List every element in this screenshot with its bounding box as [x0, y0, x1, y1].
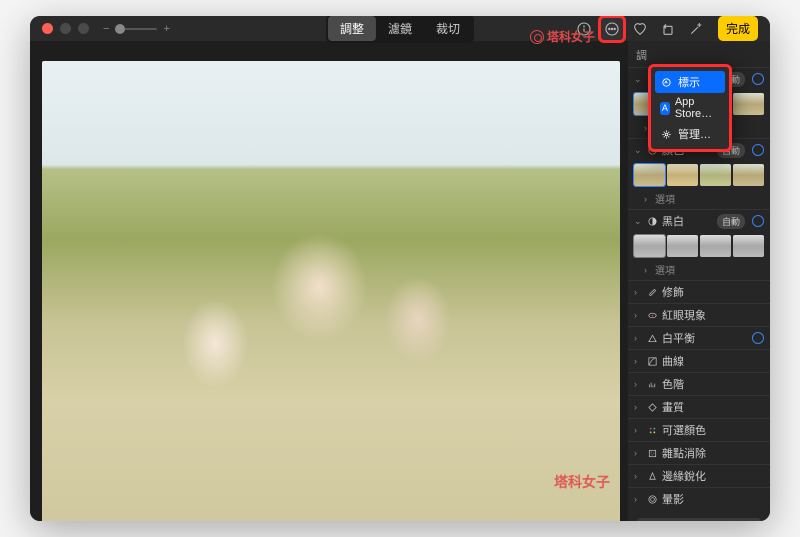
color-thumb-4[interactable]: [733, 164, 764, 186]
heart-icon: [632, 21, 648, 37]
zoom-slider[interactable]: − +: [103, 23, 170, 35]
section-curves[interactable]: ›曲線: [628, 350, 770, 372]
toggle-ring-bw[interactable]: [752, 215, 764, 227]
extensions-icon: [604, 21, 620, 37]
section-bw-header[interactable]: ⌄ 黑白 自動: [628, 210, 770, 232]
wand-icon: [688, 21, 704, 37]
dropdown-appstore[interactable]: A App Store…: [655, 93, 725, 123]
bw-thumb-4[interactable]: [733, 235, 764, 257]
chevron-down-icon: ⌄: [634, 145, 642, 156]
close-window-button[interactable]: [42, 23, 53, 34]
tab-crop[interactable]: 裁切: [424, 16, 472, 41]
section-sharpen[interactable]: ›邊緣銳化: [628, 465, 770, 487]
color-options-label: 選項: [655, 191, 675, 206]
rotate-icon: [660, 21, 676, 37]
section-noisereduction[interactable]: ›雜點消除: [628, 442, 770, 464]
watermark-brand: 塔科女子: [530, 28, 595, 45]
levels-label: 色階: [662, 376, 764, 392]
color-thumb-1[interactable]: [634, 164, 665, 186]
chevron-down-icon: ⌄: [634, 216, 642, 227]
section-definition[interactable]: ›畫質: [628, 396, 770, 418]
section-retouch[interactable]: ›修飾: [628, 281, 770, 303]
window-controls: [42, 23, 89, 34]
toggle-ring-wb[interactable]: [752, 332, 764, 344]
extensions-button[interactable]: [600, 17, 624, 41]
appstore-icon: A: [660, 102, 670, 115]
selectivecolor-label: 可選顏色: [662, 422, 764, 438]
color-thumb-2[interactable]: [667, 164, 698, 186]
auto-button-bw[interactable]: 自動: [717, 214, 745, 229]
bandage-icon: [646, 286, 658, 298]
gear-icon: [660, 128, 673, 141]
dropdown-markup-label: 標示: [678, 74, 700, 90]
fullscreen-window-button[interactable]: [78, 23, 89, 34]
done-button[interactable]: 完成: [718, 16, 758, 41]
zoom-minus-icon: −: [103, 23, 109, 35]
zoom-plus-icon: +: [163, 23, 169, 35]
curves-label: 曲線: [662, 353, 764, 369]
bw-thumb-3[interactable]: [700, 235, 731, 257]
section-redeye[interactable]: ›紅眼現象: [628, 304, 770, 326]
section-vignette[interactable]: ›暈影: [628, 488, 770, 510]
retouch-label: 修飾: [662, 284, 764, 300]
curves-icon: [646, 355, 658, 367]
noise-icon: [646, 447, 658, 459]
color-thumbnails: [628, 161, 770, 189]
triangle-icon: [646, 332, 658, 344]
eye-icon: [646, 309, 658, 321]
bw-options-row[interactable]: ›選項: [628, 260, 770, 280]
vignette-label: 暈影: [662, 491, 764, 507]
light-thumb-4[interactable]: [733, 93, 764, 115]
dropdown-manage-label: 管理…: [678, 126, 711, 142]
photo-preview[interactable]: 塔科女子: [42, 61, 620, 521]
color-thumb-3[interactable]: [700, 164, 731, 186]
tab-adjust[interactable]: 調整: [328, 16, 376, 41]
color-options-row[interactable]: ›選項: [628, 189, 770, 209]
section-selectivecolor[interactable]: ›可選顏色: [628, 419, 770, 441]
noisereduction-label: 雜點消除: [662, 445, 764, 461]
reset-adjustments-button[interactable]: 重置調整: [636, 518, 762, 521]
minimize-window-button[interactable]: [60, 23, 71, 34]
toggle-ring-light[interactable]: [752, 73, 764, 85]
chevron-down-icon: ⌄: [634, 74, 642, 85]
extensions-dropdown: 標示 A App Store… 管理…: [648, 64, 732, 152]
markup-icon: [660, 76, 673, 89]
section-whitebalance[interactable]: ›白平衡: [628, 327, 770, 349]
vignette-icon: [646, 493, 658, 505]
tab-filters[interactable]: 濾鏡: [376, 16, 424, 41]
bw-thumbnails: [628, 232, 770, 260]
bw-thumb-2[interactable]: [667, 235, 698, 257]
titlebar: − + 調整 濾鏡 裁切 塔科女子: [30, 16, 770, 41]
definition-label: 畫質: [662, 399, 764, 415]
section-levels[interactable]: ›色階: [628, 373, 770, 395]
photo-canvas: 塔科女子: [30, 41, 628, 521]
section-bw: ⌄ 黑白 自動 ›選項: [628, 209, 770, 280]
brand-text: 塔科女子: [547, 28, 595, 45]
dots-icon: [646, 424, 658, 436]
levels-icon: [646, 378, 658, 390]
redeye-label: 紅眼現象: [662, 307, 764, 323]
photos-edit-window: − + 調整 濾鏡 裁切 塔科女子: [30, 16, 770, 521]
rotate-button[interactable]: [656, 17, 680, 41]
edit-mode-tabs: 調整 濾鏡 裁切: [326, 16, 474, 43]
bw-options-label: 選項: [655, 262, 675, 277]
sharpen-icon: [646, 470, 658, 482]
toggle-ring-color[interactable]: [752, 144, 764, 156]
favorite-button[interactable]: [628, 17, 652, 41]
photo-watermark: 塔科女子: [554, 472, 610, 492]
dropdown-markup[interactable]: 標示: [655, 71, 725, 93]
section-bw-label: 黑白: [662, 213, 711, 229]
brand-logo-icon: [530, 30, 544, 44]
bw-thumb-1[interactable]: [634, 235, 665, 257]
auto-enhance-button[interactable]: [684, 17, 708, 41]
whitebalance-label: 白平衡: [662, 330, 745, 346]
definition-icon: [646, 401, 658, 413]
dropdown-manage[interactable]: 管理…: [655, 123, 725, 145]
sharpen-label: 邊緣銳化: [662, 468, 764, 484]
dropdown-appstore-label: App Store…: [675, 96, 720, 120]
bw-icon: [646, 215, 658, 227]
